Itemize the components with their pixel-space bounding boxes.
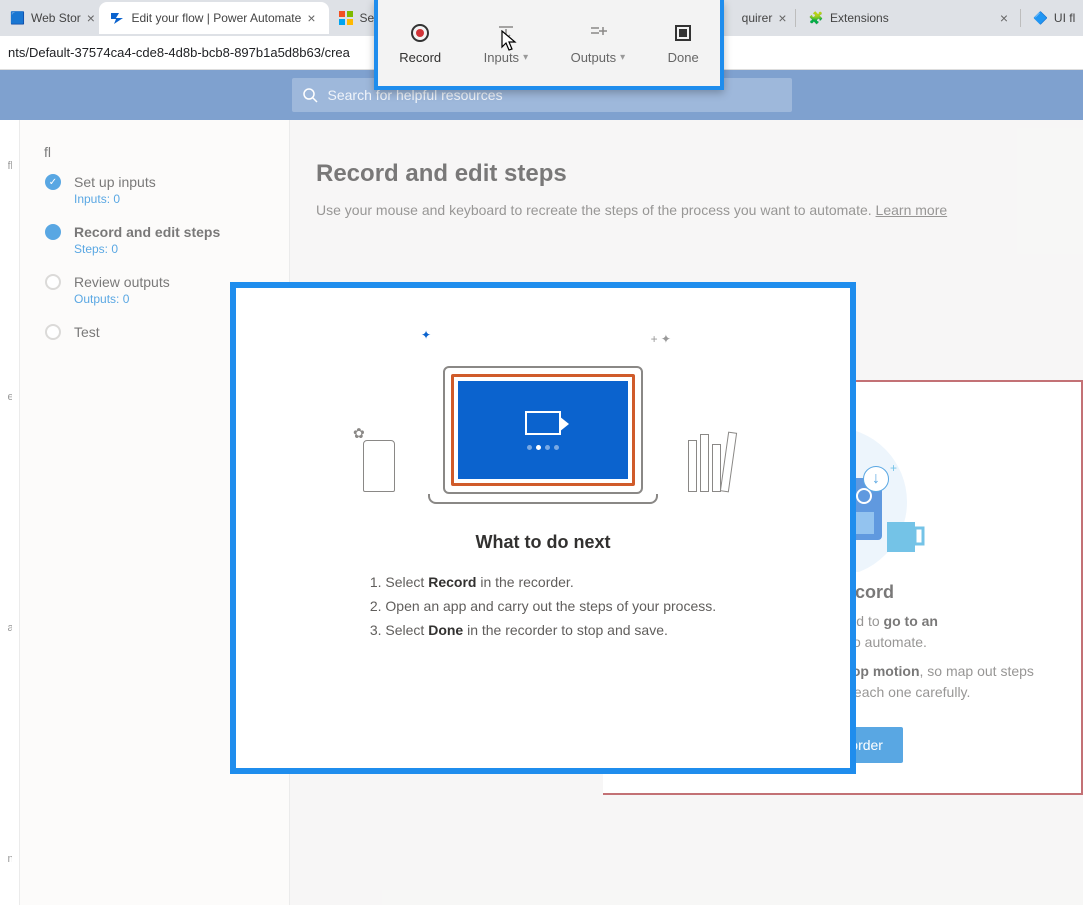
record-button[interactable]: Record — [399, 22, 441, 65]
modal-title: What to do next — [476, 532, 611, 553]
svg-text:+: + — [890, 461, 897, 475]
close-icon[interactable]: × — [1000, 10, 1008, 26]
camera-icon — [525, 411, 561, 435]
outputs-icon — [587, 22, 609, 44]
modal-step-2: 2. Open an app and carry out the steps o… — [370, 595, 716, 619]
step-title: Set up inputs — [74, 174, 156, 190]
inputs-button[interactable]: Inputs▾ — [484, 22, 528, 65]
record-icon — [409, 22, 431, 44]
learn-more-link[interactable]: Learn more — [876, 202, 948, 218]
step-sub: Outputs: 0 — [74, 292, 170, 306]
stop-icon — [672, 22, 694, 44]
step-title: Review outputs — [74, 274, 170, 290]
step-pending-icon — [45, 274, 61, 290]
done-button[interactable]: Done — [668, 22, 699, 65]
step-record[interactable]: Record and edit steps Steps: 0 — [44, 224, 269, 256]
tab-label: Extensions — [830, 11, 889, 25]
close-icon[interactable]: × — [307, 10, 315, 26]
modal-steps-list: 1. Select Record in the recorder. 2. Ope… — [370, 571, 716, 642]
step-complete-icon — [45, 174, 61, 190]
recorder-toolbar: Record Inputs▾ Outputs▾ Done — [374, 0, 724, 90]
close-icon[interactable]: × — [87, 10, 95, 26]
puzzle-icon: 🧩 — [808, 10, 824, 26]
tab-power-automate[interactable]: Edit your flow | Power Automate × — [99, 2, 329, 34]
step-title: Record and edit steps — [74, 224, 220, 240]
step-title: Test — [74, 324, 100, 340]
uiflow-favicon-icon: 🔷 — [1033, 10, 1048, 26]
modal-step-3: 3. Select Done in the recorder to stop a… — [370, 619, 716, 643]
inputs-label: Inputs▾ — [484, 50, 528, 65]
tab-extensions[interactable]: 🧩 Extensions × — [798, 2, 1018, 34]
step-setup-inputs[interactable]: Set up inputs Inputs: 0 — [44, 174, 269, 206]
page-title: Record and edit steps — [316, 160, 1083, 188]
chevron-down-icon: ▾ — [523, 52, 528, 63]
what-to-do-modal: ✦ + ✦ ✿ What to do next 1. Select Record… — [230, 282, 856, 774]
webstore-favicon-icon: 🟦 — [10, 10, 25, 26]
step-sub: Inputs: 0 — [74, 192, 156, 206]
tab-label: Web Stor — [31, 11, 81, 25]
address-text: nts/Default-37574ca4-cde8-4d8b-bcb8-897b… — [8, 45, 350, 60]
step-sub: Steps: 0 — [74, 242, 220, 256]
left-rail: fl e ac n — [0, 120, 20, 905]
search-icon — [302, 87, 318, 103]
tab-label: UI fl — [1054, 11, 1075, 25]
add-step-icon[interactable]: ↓ — [863, 466, 889, 492]
record-label: Record — [399, 50, 441, 65]
tab-webstore[interactable]: 🟦 Web Stor × — [0, 2, 99, 34]
modal-step-1: 1. Select Record in the recorder. — [370, 571, 716, 595]
tab-label: Edit your flow | Power Automate — [131, 11, 301, 25]
outputs-button[interactable]: Outputs▾ — [571, 22, 626, 65]
laptop-illustration-icon: ✦ + ✦ ✿ — [353, 324, 733, 504]
outputs-label: Outputs▾ — [571, 50, 626, 65]
flow-favicon-icon — [109, 10, 125, 26]
ms-favicon-icon — [339, 10, 353, 26]
close-icon[interactable]: × — [778, 10, 786, 26]
tab-uiflow[interactable]: 🔷 UI fl — [1023, 2, 1083, 34]
page-description: Use your mouse and keyboard to recreate … — [316, 202, 1083, 218]
done-label: Done — [668, 50, 699, 65]
step-pending-icon — [45, 324, 61, 340]
chevron-down-icon: ▾ — [620, 52, 625, 63]
inputs-icon — [495, 22, 517, 44]
tab-require[interactable]: quirer × — [742, 2, 793, 34]
step-current-icon — [45, 224, 61, 240]
tab-label: quirer — [742, 11, 773, 25]
